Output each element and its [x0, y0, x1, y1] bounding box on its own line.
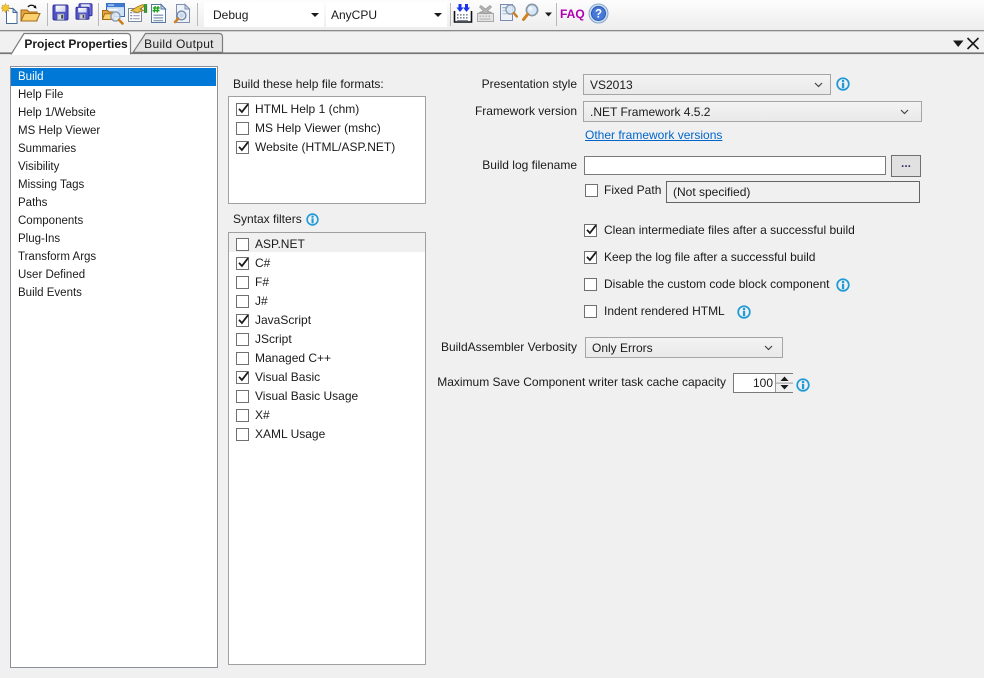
svg-text:?: ?: [595, 9, 602, 21]
